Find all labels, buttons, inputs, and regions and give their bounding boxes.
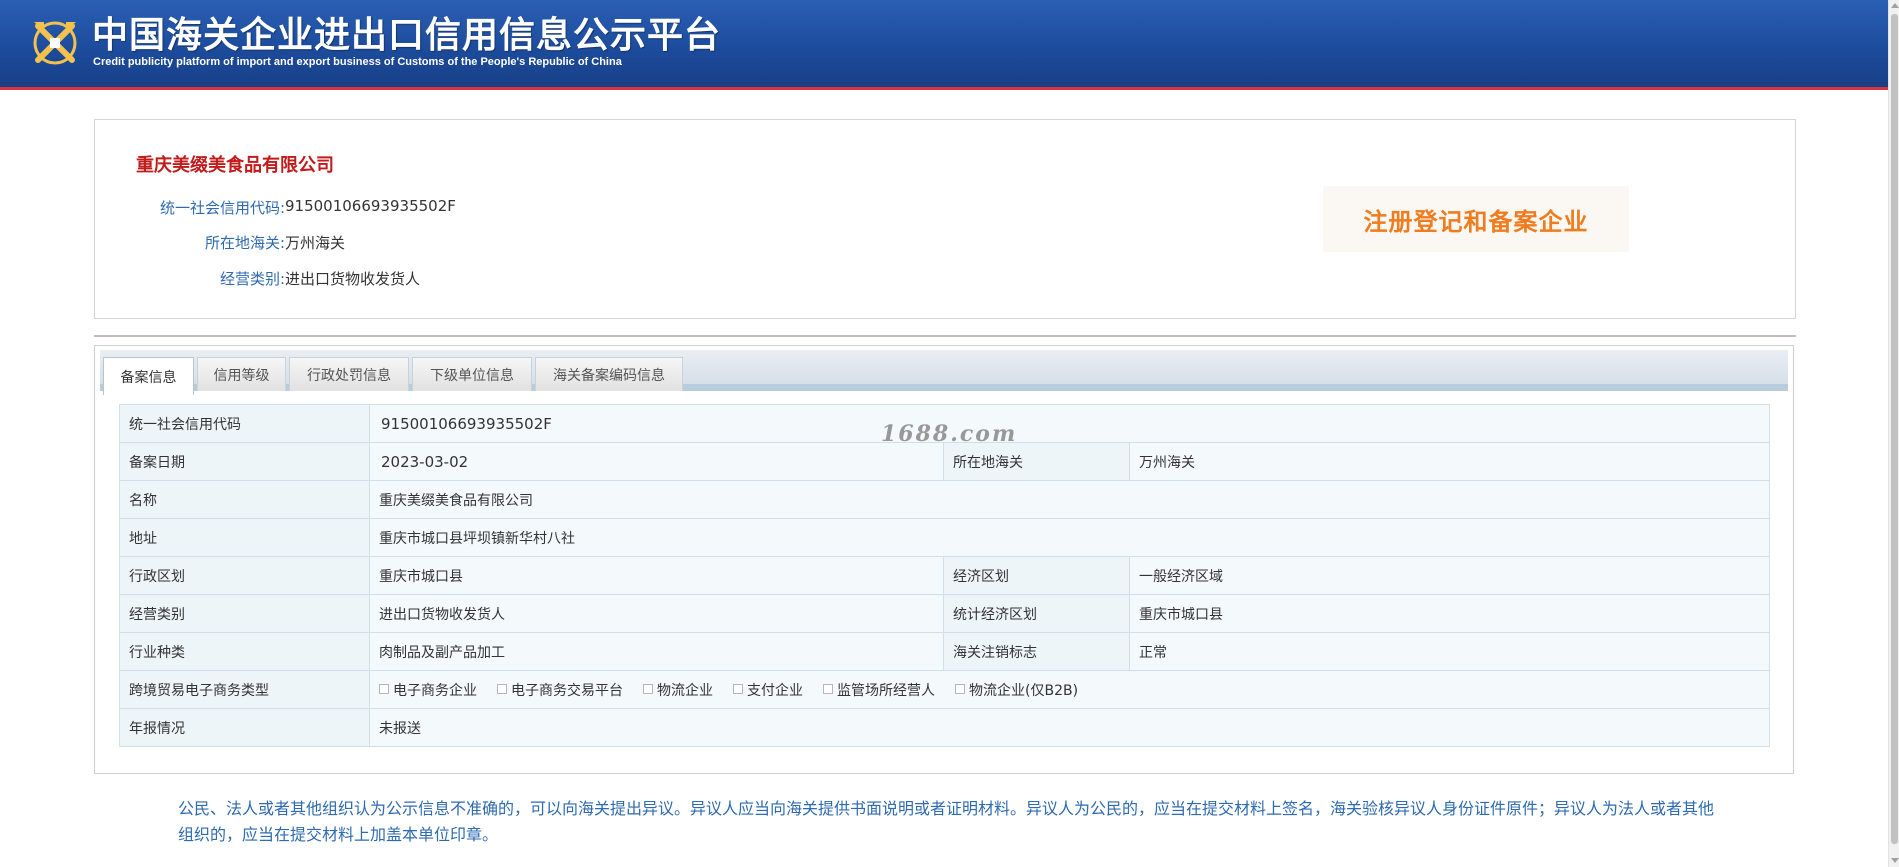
cell-label: 经济区划 bbox=[943, 556, 1130, 595]
cell-value: 万州海关 bbox=[1128, 442, 1771, 481]
cell-value: 肉制品及副产品加工 bbox=[369, 632, 944, 671]
cell-label: 年报情况 bbox=[119, 708, 370, 747]
checkbox-label: 监管场所经营人 bbox=[837, 682, 935, 699]
checkbox-box[interactable] bbox=[955, 683, 965, 694]
cell-label: 海关注销标志 bbox=[943, 632, 1130, 671]
info-value: 91500106693935502F bbox=[285, 197, 456, 215]
record-info-table: 统一社会信用代码 91500106693935502F 备案日期 2023-03… bbox=[119, 404, 1771, 747]
table-row: 名称 重庆美缀美食品有限公司 bbox=[119, 480, 1771, 519]
site-subtitle: Credit publicity platform of import and … bbox=[93, 56, 622, 68]
page-scrollbar[interactable] bbox=[1888, 0, 1899, 867]
watermark: 1688.com bbox=[881, 421, 1018, 447]
scroll-up-arrow-icon[interactable] bbox=[1891, 3, 1899, 8]
checkbox-logistics-b2b[interactable]: 物流企业(仅B2B) bbox=[955, 680, 1078, 700]
checkbox-box[interactable] bbox=[823, 683, 833, 694]
detail-panel: 备案信息 信用等级 行政处罚信息 下级单位信息 海关备案编码信息 统一社会信用代… bbox=[94, 345, 1794, 774]
info-label: 统一社会信用代码: bbox=[159, 199, 285, 217]
objection-notice: 公民、法人或者其他组织认为公示信息不准确的，可以向海关提出异议。异议人应当向海关… bbox=[178, 799, 1715, 844]
cell-label: 地址 bbox=[119, 518, 370, 557]
info-label: 所在地海关: bbox=[204, 234, 285, 252]
ecommerce-type-cell: 电子商务企业 电子商务交易平台 物流企业 支付企业 监管场所经营人 物流企业(仅… bbox=[368, 670, 1771, 709]
cell-label: 行政区划 bbox=[119, 556, 370, 595]
cell-label: 行业种类 bbox=[119, 632, 370, 671]
cell-label: 备案日期 bbox=[119, 442, 370, 481]
table-row: 行业种类 肉制品及副产品加工 海关注销标志 正常 bbox=[119, 632, 1771, 671]
checkbox-box[interactable] bbox=[643, 683, 653, 694]
cell-value: 一般经济区域 bbox=[1128, 556, 1771, 595]
site-title: 中国海关企业进出口信用信息公示平台 bbox=[92, 15, 722, 56]
checkbox-logistics-enterprise[interactable]: 物流企业 bbox=[643, 680, 713, 700]
cell-label: 跨境贸易电子商务类型 bbox=[119, 670, 370, 709]
info-label: 经营类别: bbox=[219, 270, 285, 288]
checkbox-label: 电子商务企业 bbox=[393, 682, 477, 699]
table-row: 跨境贸易电子商务类型 电子商务企业 电子商务交易平台 物流企业 支付企业 监管场… bbox=[119, 670, 1771, 709]
checkbox-label: 物流企业 bbox=[657, 682, 713, 699]
scroll-down-arrow-icon[interactable] bbox=[1891, 858, 1899, 863]
checkbox-box[interactable] bbox=[497, 683, 507, 694]
stamp-text: 注册登记和备案企业 bbox=[1363, 207, 1589, 236]
scroll-thumb[interactable] bbox=[1891, 14, 1898, 844]
table-row: 备案日期 2023-03-02 所在地海关 万州海关 bbox=[119, 442, 1771, 481]
checkbox-ecommerce-enterprise[interactable]: 电子商务企业 bbox=[379, 680, 477, 700]
info-business-type: 经营类别: 进出口货物收发货人 bbox=[95, 268, 695, 292]
checkbox-box[interactable] bbox=[733, 683, 743, 694]
site-header: 中国海关企业进出口信用信息公示平台 Credit publicity platf… bbox=[0, 0, 1888, 90]
checkbox-ecommerce-platform[interactable]: 电子商务交易平台 bbox=[497, 680, 623, 700]
info-credit-code: 统一社会信用代码: 91500106693935502F bbox=[95, 197, 695, 221]
checkbox-payment-enterprise[interactable]: 支付企业 bbox=[733, 680, 803, 700]
checkbox-box[interactable] bbox=[379, 683, 389, 694]
checkbox-label: 物流企业(仅B2B) bbox=[969, 682, 1079, 699]
cell-value: 未报送 bbox=[368, 708, 1771, 747]
info-value: 进出口货物收发货人 bbox=[285, 270, 421, 288]
checkbox-label: 电子商务交易平台 bbox=[511, 682, 623, 699]
tab-subsidiary-info[interactable]: 下级单位信息 bbox=[412, 357, 532, 391]
table-row: 地址 重庆市城口县坪坝镇新华村八社 bbox=[119, 518, 1771, 557]
cell-label: 统一社会信用代码 bbox=[119, 404, 370, 443]
checkbox-label: 支付企业 bbox=[747, 682, 803, 699]
cell-value: 2023-03-02 bbox=[369, 442, 944, 481]
tab-bar: 备案信息 信用等级 行政处罚信息 下级单位信息 海关备案编码信息 bbox=[100, 350, 1788, 395]
company-summary: 重庆美缀美食品有限公司 统一社会信用代码: 91500106693935502F… bbox=[94, 119, 1796, 319]
cell-value: 重庆美缀美食品有限公司 bbox=[368, 480, 1771, 519]
cell-label: 所在地海关 bbox=[943, 442, 1130, 481]
info-value: 万州海关 bbox=[285, 234, 346, 252]
cell-value: 重庆市城口县 bbox=[1128, 594, 1771, 633]
checkbox-supervision-operator[interactable]: 监管场所经营人 bbox=[823, 680, 935, 700]
cell-value: 重庆市城口县坪坝镇新华村八社 bbox=[368, 518, 1771, 557]
tab-customs-code-info[interactable]: 海关备案编码信息 bbox=[535, 357, 683, 391]
table-row: 行政区划 重庆市城口县 经济区划 一般经济区域 bbox=[119, 556, 1771, 595]
ecommerce-type-checkboxes: 电子商务企业 电子商务交易平台 物流企业 支付企业 监管场所经营人 物流企业(仅… bbox=[379, 680, 1760, 700]
registration-stamp: 注册登记和备案企业 bbox=[1323, 186, 1629, 252]
table-row: 年报情况 未报送 bbox=[119, 708, 1771, 747]
customs-emblem-icon bbox=[33, 21, 77, 65]
info-customs: 所在地海关: 万州海关 bbox=[95, 232, 695, 256]
cell-value: 进出口货物收发货人 bbox=[369, 594, 944, 633]
cell-label: 统计经济区划 bbox=[943, 594, 1130, 633]
cell-value: 重庆市城口县 bbox=[369, 556, 944, 595]
cell-value: 91500106693935502F bbox=[368, 404, 1771, 443]
company-name: 重庆美缀美食品有限公司 bbox=[136, 155, 334, 176]
section-divider bbox=[94, 335, 1796, 337]
cell-label: 名称 bbox=[119, 480, 370, 519]
cell-value: 正常 bbox=[1128, 632, 1771, 671]
tab-penalty-info[interactable]: 行政处罚信息 bbox=[289, 357, 409, 391]
tab-record-info[interactable]: 备案信息 bbox=[103, 357, 194, 395]
cell-label: 经营类别 bbox=[119, 594, 370, 633]
tab-credit-level[interactable]: 信用等级 bbox=[197, 357, 286, 391]
table-row: 经营类别 进出口货物收发货人 统计经济区划 重庆市城口县 bbox=[119, 594, 1771, 633]
